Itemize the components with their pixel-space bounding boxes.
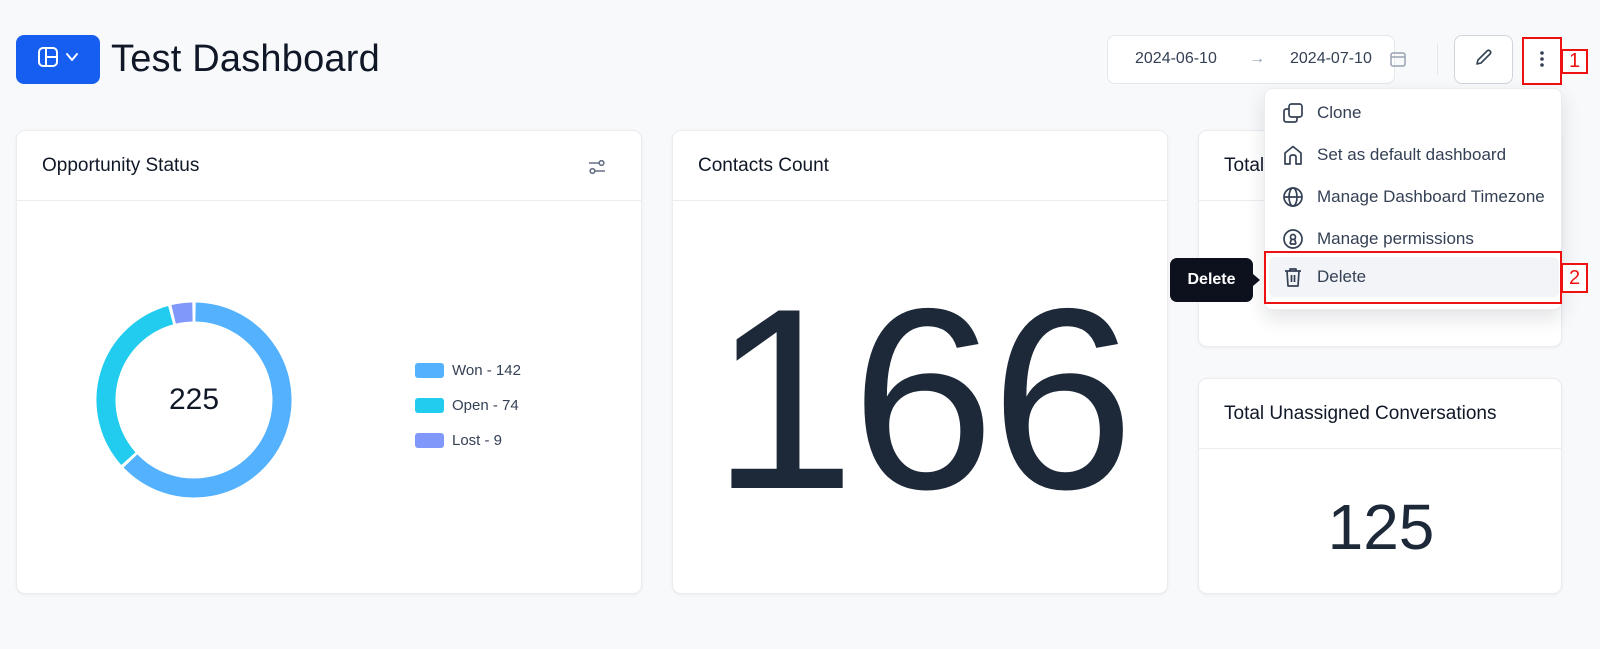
menu-item-label: Clone <box>1317 103 1362 122</box>
legend-item[interactable]: Won - 142 <box>415 353 521 388</box>
date-range-picker[interactable]: 2024-06-10 → 2024-07-10 <box>1107 35 1406 84</box>
arrow-right-icon: → <box>1249 50 1265 67</box>
pencil-icon <box>1474 47 1494 72</box>
page-title: Test Dashboard <box>111 38 380 80</box>
card-title: Opportunity Status <box>17 131 641 201</box>
card-title: Contacts Count <box>673 131 1167 201</box>
legend-swatch-open <box>415 398 444 413</box>
card-title: Total Unassigned Conversations <box>1199 379 1561 449</box>
menu-item-label: Set as default dashboard <box>1317 145 1507 164</box>
header-divider <box>1437 43 1438 75</box>
delete-tooltip: Delete <box>1170 258 1260 302</box>
chevron-down-icon <box>65 50 79 69</box>
legend-item[interactable]: Lost - 9 <box>415 423 521 458</box>
more-options-button[interactable] <box>1522 37 1562 85</box>
legend-label: Lost - 9 <box>452 432 503 449</box>
contacts-count-value: 166 <box>711 253 1134 543</box>
delete-highlight-box <box>1264 251 1562 304</box>
edit-dashboard-button[interactable] <box>1454 35 1513 84</box>
legend-swatch-won <box>415 363 444 378</box>
lock-circle-icon <box>1281 227 1305 251</box>
menu-item-timezone[interactable]: Manage Dashboard Timezone <box>1269 177 1559 217</box>
menu-item-label: Manage permissions <box>1317 229 1474 248</box>
legend-swatch-lost <box>415 433 444 448</box>
dashboard-switcher-button[interactable] <box>16 35 100 84</box>
donut-total: 225 <box>168 383 220 416</box>
layout-grid-icon <box>37 46 59 73</box>
menu-item-label: Manage Dashboard Timezone <box>1317 187 1545 206</box>
annotation-callout-2: 2 <box>1561 263 1588 293</box>
dots-vertical-icon <box>1539 50 1545 73</box>
unassigned-count-value: 125 <box>1327 491 1435 563</box>
legend-label: Open - 74 <box>452 397 519 414</box>
globe-icon <box>1281 185 1305 209</box>
legend-item[interactable]: Open - 74 <box>415 388 521 423</box>
chart-legend: Won - 142 Open - 74 Lost - 9 <box>415 353 521 458</box>
menu-item-clone[interactable]: Clone <box>1269 93 1559 133</box>
filter-icon[interactable] <box>587 157 607 182</box>
unassigned-conversations-card: Total Unassigned Conversations 125 <box>1198 378 1562 594</box>
donut-chart: 225 <box>89 295 299 505</box>
legend-label: Won - 142 <box>452 362 521 379</box>
home-icon <box>1281 143 1305 167</box>
date-start[interactable]: 2024-06-10 <box>1135 50 1217 68</box>
copy-icon <box>1281 101 1305 125</box>
calendar-icon <box>1389 50 1407 73</box>
date-end[interactable]: 2024-07-10 <box>1290 50 1372 68</box>
menu-item-set-default[interactable]: Set as default dashboard <box>1269 135 1559 175</box>
annotation-callout-1: 1 <box>1561 49 1588 74</box>
contacts-count-card: Contacts Count 166 <box>672 130 1168 594</box>
opportunity-status-card: Opportunity Status 225 Won - 142 Open - … <box>16 130 642 594</box>
